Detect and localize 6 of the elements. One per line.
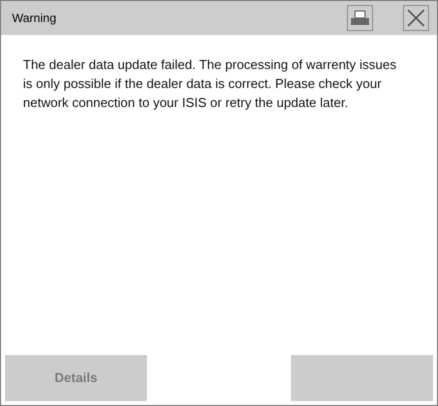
message-text: The dealer data update failed. The processing of warrenty issues is only possible if the dealer data is correct. Please check your network connection to your ISIS or retry the update later. xyxy=(22,56,398,112)
close-button[interactable] xyxy=(403,5,429,31)
close-icon xyxy=(407,9,425,27)
printer-icon xyxy=(350,10,370,26)
print-button[interactable] xyxy=(347,5,373,31)
window-title: Warning xyxy=(12,10,58,27)
